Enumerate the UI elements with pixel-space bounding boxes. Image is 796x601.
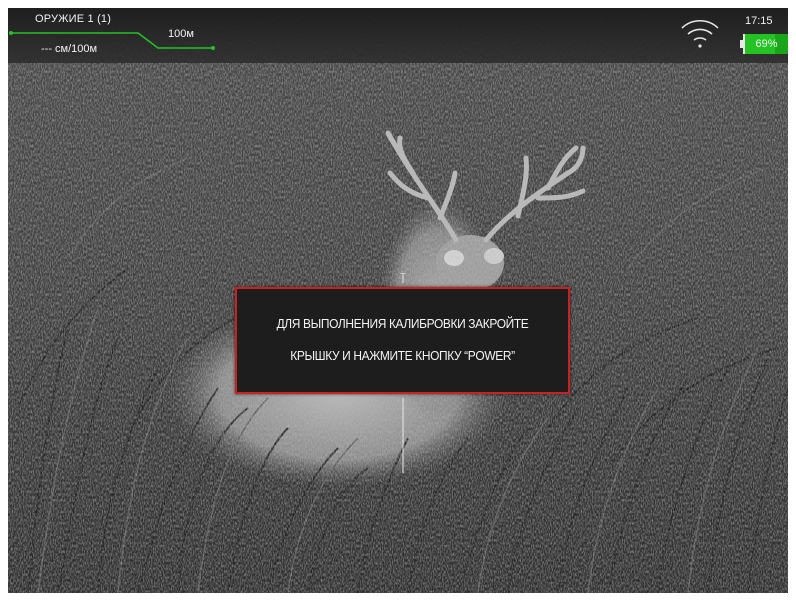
- wifi-icon[interactable]: [680, 14, 720, 50]
- battery-percentage: 69%: [755, 38, 778, 50]
- battery-indicator: 69%: [740, 34, 788, 54]
- calibration-message-dialog: ДЛЯ ВЫПОЛНЕНИЯ КАЛИБРОВКИ ЗАКРОЙТЕ КРЫШК…: [235, 287, 570, 394]
- zero-distance-label: 100м: [168, 28, 194, 40]
- thermal-viewfinder: ОРУЖИЕ 1 (1) 100м --- см/100м 17:15 69% …: [8, 8, 788, 593]
- weapon-profile-label[interactable]: ОРУЖИЕ 1 (1): [35, 13, 111, 25]
- dialog-message-line-2: КРЫШКУ И НАЖМИТЕ КНОПКУ “POWER”: [290, 348, 515, 363]
- offset-value: --- см/100м: [41, 43, 98, 55]
- dialog-message-line-1: ДЛЯ ВЫПОЛНЕНИЯ КАЛИБРОВКИ ЗАКРОЙТЕ: [276, 316, 529, 331]
- clock: 17:15: [745, 15, 773, 27]
- battery-body: 69%: [743, 34, 788, 54]
- status-bar: ОРУЖИЕ 1 (1) 100м --- см/100м 17:15 69%: [8, 8, 788, 63]
